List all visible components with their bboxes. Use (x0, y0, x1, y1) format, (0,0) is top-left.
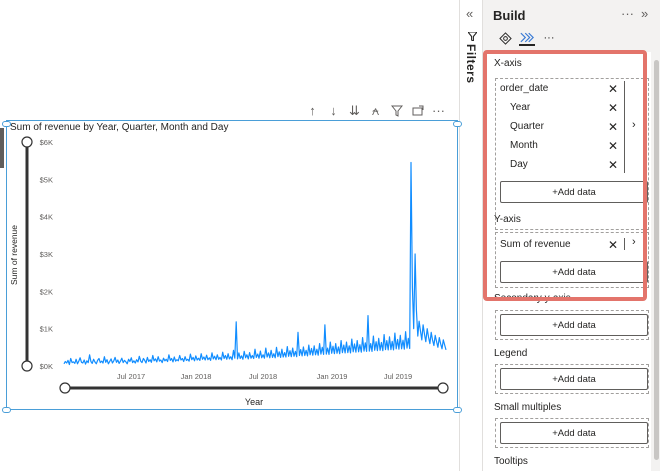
add-data-button[interactable]: +Add data (500, 422, 648, 444)
legend-well: +Add data (495, 364, 649, 394)
x-tick-label: Jan 2018 (181, 372, 212, 381)
report-canvas[interactable]: ↑ ↓ ⇊ ⍲ ··· Sum of revenue by Year, Quar… (0, 0, 462, 471)
secondary-y-axis-well: +Add data (495, 310, 649, 340)
visualization-toolbar: ··· (497, 30, 557, 46)
revenue-series-line[interactable] (63, 161, 447, 366)
x-tick-label: Jul 2017 (117, 372, 145, 381)
y-zoom-slider-handle-bottom[interactable] (21, 360, 33, 372)
legend-label: Legend (494, 348, 528, 359)
more-options-icon[interactable]: ··· (541, 30, 557, 46)
build-visual-icon[interactable] (519, 30, 535, 46)
x-zoom-slider-handle-right[interactable] (437, 382, 449, 394)
add-data-button[interactable]: +Add data (500, 314, 648, 336)
small-multiples-well: +Add data (495, 418, 649, 448)
double-chevron-right-icon[interactable]: » (641, 6, 648, 21)
x-tick-label: Jul 2019 (384, 372, 412, 381)
format-visual-icon[interactable] (497, 30, 513, 46)
filter-icon (466, 31, 479, 44)
pane-scrollbar-thumb[interactable] (654, 60, 659, 460)
add-data-button[interactable]: +Add data (500, 368, 648, 390)
y-tick-label: $4K (40, 213, 53, 222)
y-tick-label: $1K (40, 325, 53, 334)
x-zoom-slider-handle-left[interactable] (59, 382, 71, 394)
double-chevron-left-icon[interactable]: « (466, 6, 473, 21)
y-tick-label: $5K (40, 175, 53, 184)
x-tick-label: Jul 2018 (249, 372, 277, 381)
chart-plot: Sum of revenue Year $0K $1K $2K $3K $4K $5K $6… (9, 136, 449, 407)
y-tick-label: $0K (40, 362, 53, 371)
highlight-box (483, 50, 647, 301)
more-options-icon[interactable]: ··· (621, 6, 634, 21)
filters-strip: « Filters (462, 0, 482, 471)
filters-pane-toggle[interactable]: Filters (464, 44, 478, 84)
x-tick-label: Jan 2019 (317, 372, 348, 381)
y-zoom-slider-handle-top[interactable] (21, 136, 33, 148)
small-multiples-label: Small multiples (494, 402, 562, 413)
powerbi-window: ↑ ↓ ⇊ ⍲ ··· Sum of revenue by Year, Quar… (0, 0, 660, 471)
y-tick-label: $3K (40, 250, 53, 259)
pane-title: Build (493, 8, 526, 23)
y-tick-label: $6K (40, 138, 53, 147)
x-axis-title: Year (245, 397, 263, 407)
tooltips-label: Tooltips (494, 456, 528, 467)
y-tick-label: $2K (40, 287, 53, 296)
y-axis-title: Sum of revenue (9, 225, 19, 285)
